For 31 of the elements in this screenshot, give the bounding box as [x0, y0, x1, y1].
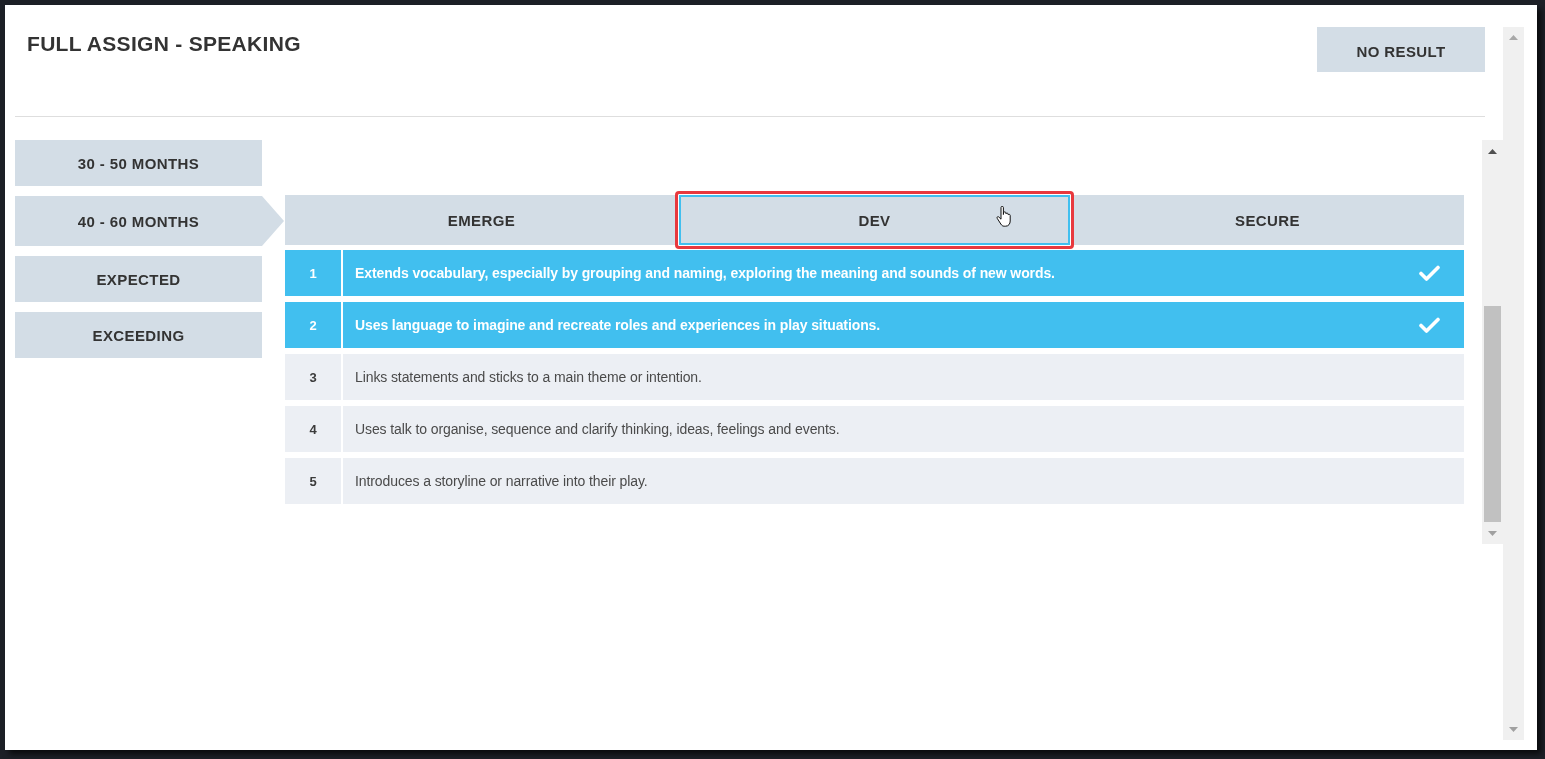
statement-cell[interactable]: Uses talk to organise, sequence and clarify thinking, ideas, feelings and events. [343, 406, 1464, 452]
scrollbar-thumb[interactable] [1484, 306, 1501, 522]
no-result-button[interactable]: NO RESULT [1317, 27, 1485, 72]
check-icon [1419, 265, 1440, 281]
check-icon [1419, 317, 1440, 333]
statement-text: Introduces a storyline or narrative into their play. [355, 473, 648, 489]
statement-number: 1 [285, 250, 341, 296]
statement-text: Extends vocabulary, especially by grouping and naming, exploring the meaning and sounds of new words. [355, 265, 1055, 281]
statement-text: Links statements and sticks to a main theme or intention. [355, 369, 702, 385]
scroll-down-arrow-icon[interactable] [1509, 727, 1518, 732]
statement-cell[interactable]: Introduces a storyline or narrative into their play. [343, 458, 1464, 504]
scroll-down-arrow-icon[interactable] [1488, 530, 1497, 536]
scroll-up-arrow-icon[interactable] [1488, 148, 1497, 154]
age-band-tab[interactable]: 30 - 50 MONTHS [15, 140, 262, 186]
statement-text: Uses language to imagine and recreate roles and experiences in play situations. [355, 317, 881, 333]
scrollbar[interactable] [1482, 140, 1503, 544]
age-band-tab[interactable]: EXPECTED [15, 256, 262, 302]
age-band-tab[interactable]: 40 - 60 MONTHS [15, 196, 284, 246]
statement-number: 3 [285, 354, 341, 400]
statement-number: 2 [285, 302, 341, 348]
statement-cell[interactable]: Links statements and sticks to a main theme or intention. [343, 354, 1464, 400]
statement-number: 4 [285, 406, 341, 452]
level-tab[interactable]: DEV [675, 191, 1074, 249]
scrollbar[interactable] [1503, 27, 1524, 740]
level-tab[interactable]: EMERGE [285, 195, 678, 245]
statement-number: 5 [285, 458, 341, 504]
age-band-tab[interactable]: EXCEEDING [15, 312, 262, 358]
dialog-title: FULL ASSIGN - SPEAKING [27, 31, 301, 57]
level-tab[interactable]: SECURE [1071, 195, 1464, 245]
statement-text: Uses talk to organise, sequence and clarify thinking, ideas, feelings and events. [355, 421, 840, 437]
hand-cursor-icon [996, 206, 1012, 228]
